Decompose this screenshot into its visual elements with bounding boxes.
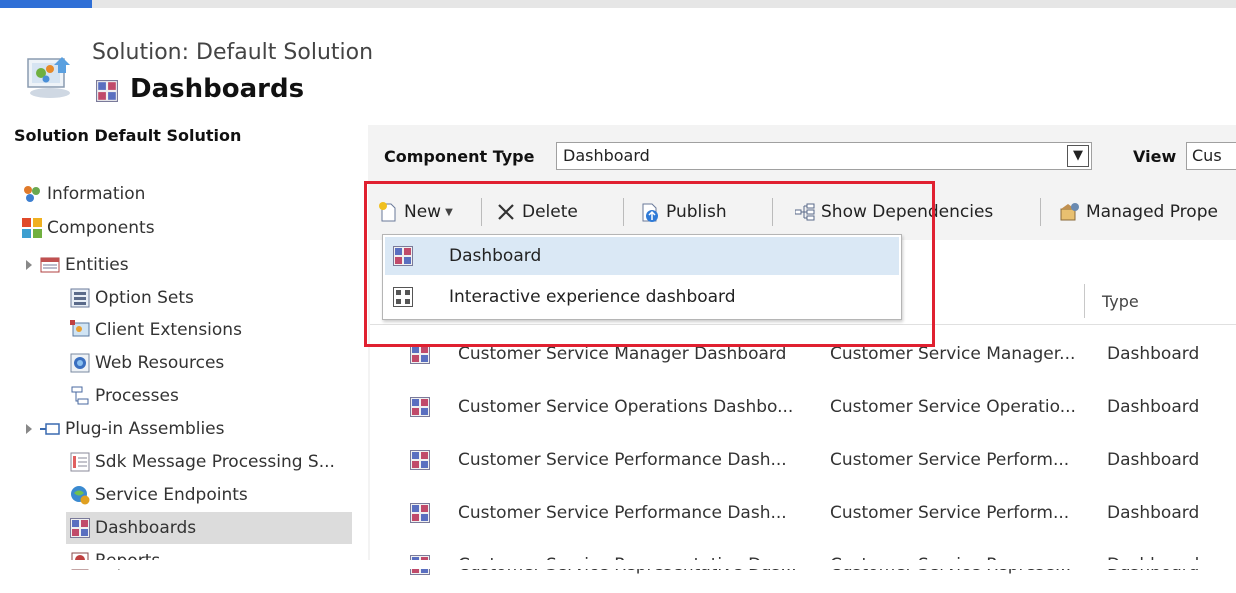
dashboard-icon — [410, 344, 430, 364]
components-icon — [22, 218, 42, 238]
plugin-assemblies-icon — [40, 423, 60, 435]
managed-properties-label: Managed Prope — [1086, 202, 1218, 222]
row-type: Dashboard — [1107, 503, 1200, 523]
option-sets-icon — [70, 288, 90, 308]
top-bar-accent — [0, 0, 92, 8]
annotation-highlight-box — [364, 181, 935, 347]
information-icon — [24, 186, 40, 202]
nav-item-information[interactable]: Information — [22, 178, 145, 210]
nav-item-label: Dashboards — [95, 518, 197, 538]
dashboard-icon — [410, 450, 430, 470]
component-type-value: Dashboard — [563, 146, 650, 165]
sdk-message-icon — [70, 452, 90, 472]
row-type: Dashboard — [1107, 450, 1200, 470]
component-type-select[interactable]: Dashboard ▼ — [556, 142, 1092, 170]
nav-item-plugin-assemblies[interactable]: Plug-in Assemblies — [26, 413, 225, 445]
expand-icon[interactable] — [26, 424, 32, 434]
nav-item-label: Client Extensions — [95, 320, 242, 340]
dashboard-icon — [96, 80, 118, 102]
table-row[interactable]: Customer Service Performance Dash... Cus… — [370, 489, 1236, 541]
view-label: View — [1133, 147, 1177, 166]
row-name[interactable]: Customer Service Performance Dash... — [458, 450, 787, 470]
nav-header: Solution Default Solution — [14, 126, 242, 145]
web-resources-icon — [70, 353, 90, 373]
nav-item-label: Processes — [95, 386, 179, 406]
nav-item-label: Entities — [65, 255, 129, 275]
row-display-name: Customer Service Operatio... — [830, 397, 1076, 417]
nav-item-client-extensions[interactable]: Client Extensions — [70, 314, 242, 346]
row-type: Dashboard — [1107, 344, 1200, 364]
column-header-type[interactable]: Type — [1102, 292, 1139, 311]
nav-item-entities[interactable]: Entities — [26, 249, 129, 281]
dashboard-icon — [70, 518, 90, 538]
managed-properties-icon — [1060, 203, 1079, 221]
solution-icon — [27, 57, 70, 98]
nav-item-label: Components — [47, 218, 155, 238]
nav-item-service-endpoints[interactable]: Service Endpoints — [70, 479, 248, 511]
toolbar-separator — [1040, 198, 1041, 226]
nav-item-label: Web Resources — [95, 353, 225, 373]
breadcrumb: Solution: Default Solution — [92, 40, 374, 65]
table-row[interactable]: Customer Service Operations Dashbo... Cu… — [370, 383, 1236, 435]
nav-item-label: Plug-in Assemblies — [65, 419, 225, 439]
row-display-name: Customer Service Perform... — [830, 503, 1070, 523]
nav-item-dashboards[interactable]: Dashboards — [66, 512, 352, 544]
nav-item-label: Information — [47, 184, 146, 204]
nav-item-label: Option Sets — [95, 288, 194, 308]
bottom-edge — [0, 560, 1236, 569]
processes-icon — [71, 386, 89, 405]
row-display-name: Customer Service Manager... — [830, 344, 1076, 364]
left-nav: Solution Default Solution Information Co… — [0, 120, 362, 571]
row-type: Dashboard — [1107, 397, 1200, 417]
nav-item-processes[interactable]: Processes — [70, 380, 179, 412]
chevron-down-icon[interactable]: ▼ — [1067, 145, 1089, 167]
top-bar — [0, 0, 1236, 8]
expand-icon[interactable] — [26, 260, 32, 270]
row-display-name: Customer Service Perform... — [830, 450, 1070, 470]
row-name[interactable]: Customer Service Performance Dash... — [458, 503, 787, 523]
client-extensions-icon — [70, 320, 90, 337]
service-endpoints-icon — [71, 486, 90, 505]
page-title: Dashboards — [130, 74, 305, 104]
nav-item-web-resources[interactable]: Web Resources — [70, 347, 224, 379]
nav-item-label: Sdk Message Processing S... — [95, 452, 335, 472]
view-value: Cus — [1192, 146, 1222, 165]
view-select[interactable]: Cus — [1186, 142, 1236, 170]
managed-properties-button[interactable]: Managed Prope — [1060, 197, 1236, 227]
dashboard-icon — [410, 503, 430, 523]
nav-item-sdk-message[interactable]: Sdk Message Processing S... — [70, 446, 335, 478]
table-row[interactable]: Customer Service Performance Dash... Cus… — [370, 436, 1236, 488]
row-name[interactable]: Customer Service Operations Dashbo... — [458, 397, 793, 417]
row-name[interactable]: Customer Service Manager Dashboard — [458, 344, 786, 364]
column-separator — [1084, 284, 1085, 318]
entities-icon — [40, 257, 60, 273]
nav-item-components[interactable]: Components — [22, 212, 155, 244]
nav-item-option-sets[interactable]: Option Sets — [70, 282, 194, 314]
component-type-label: Component Type — [384, 147, 535, 166]
nav-item-label: Service Endpoints — [95, 485, 248, 505]
dashboard-icon — [410, 397, 430, 417]
